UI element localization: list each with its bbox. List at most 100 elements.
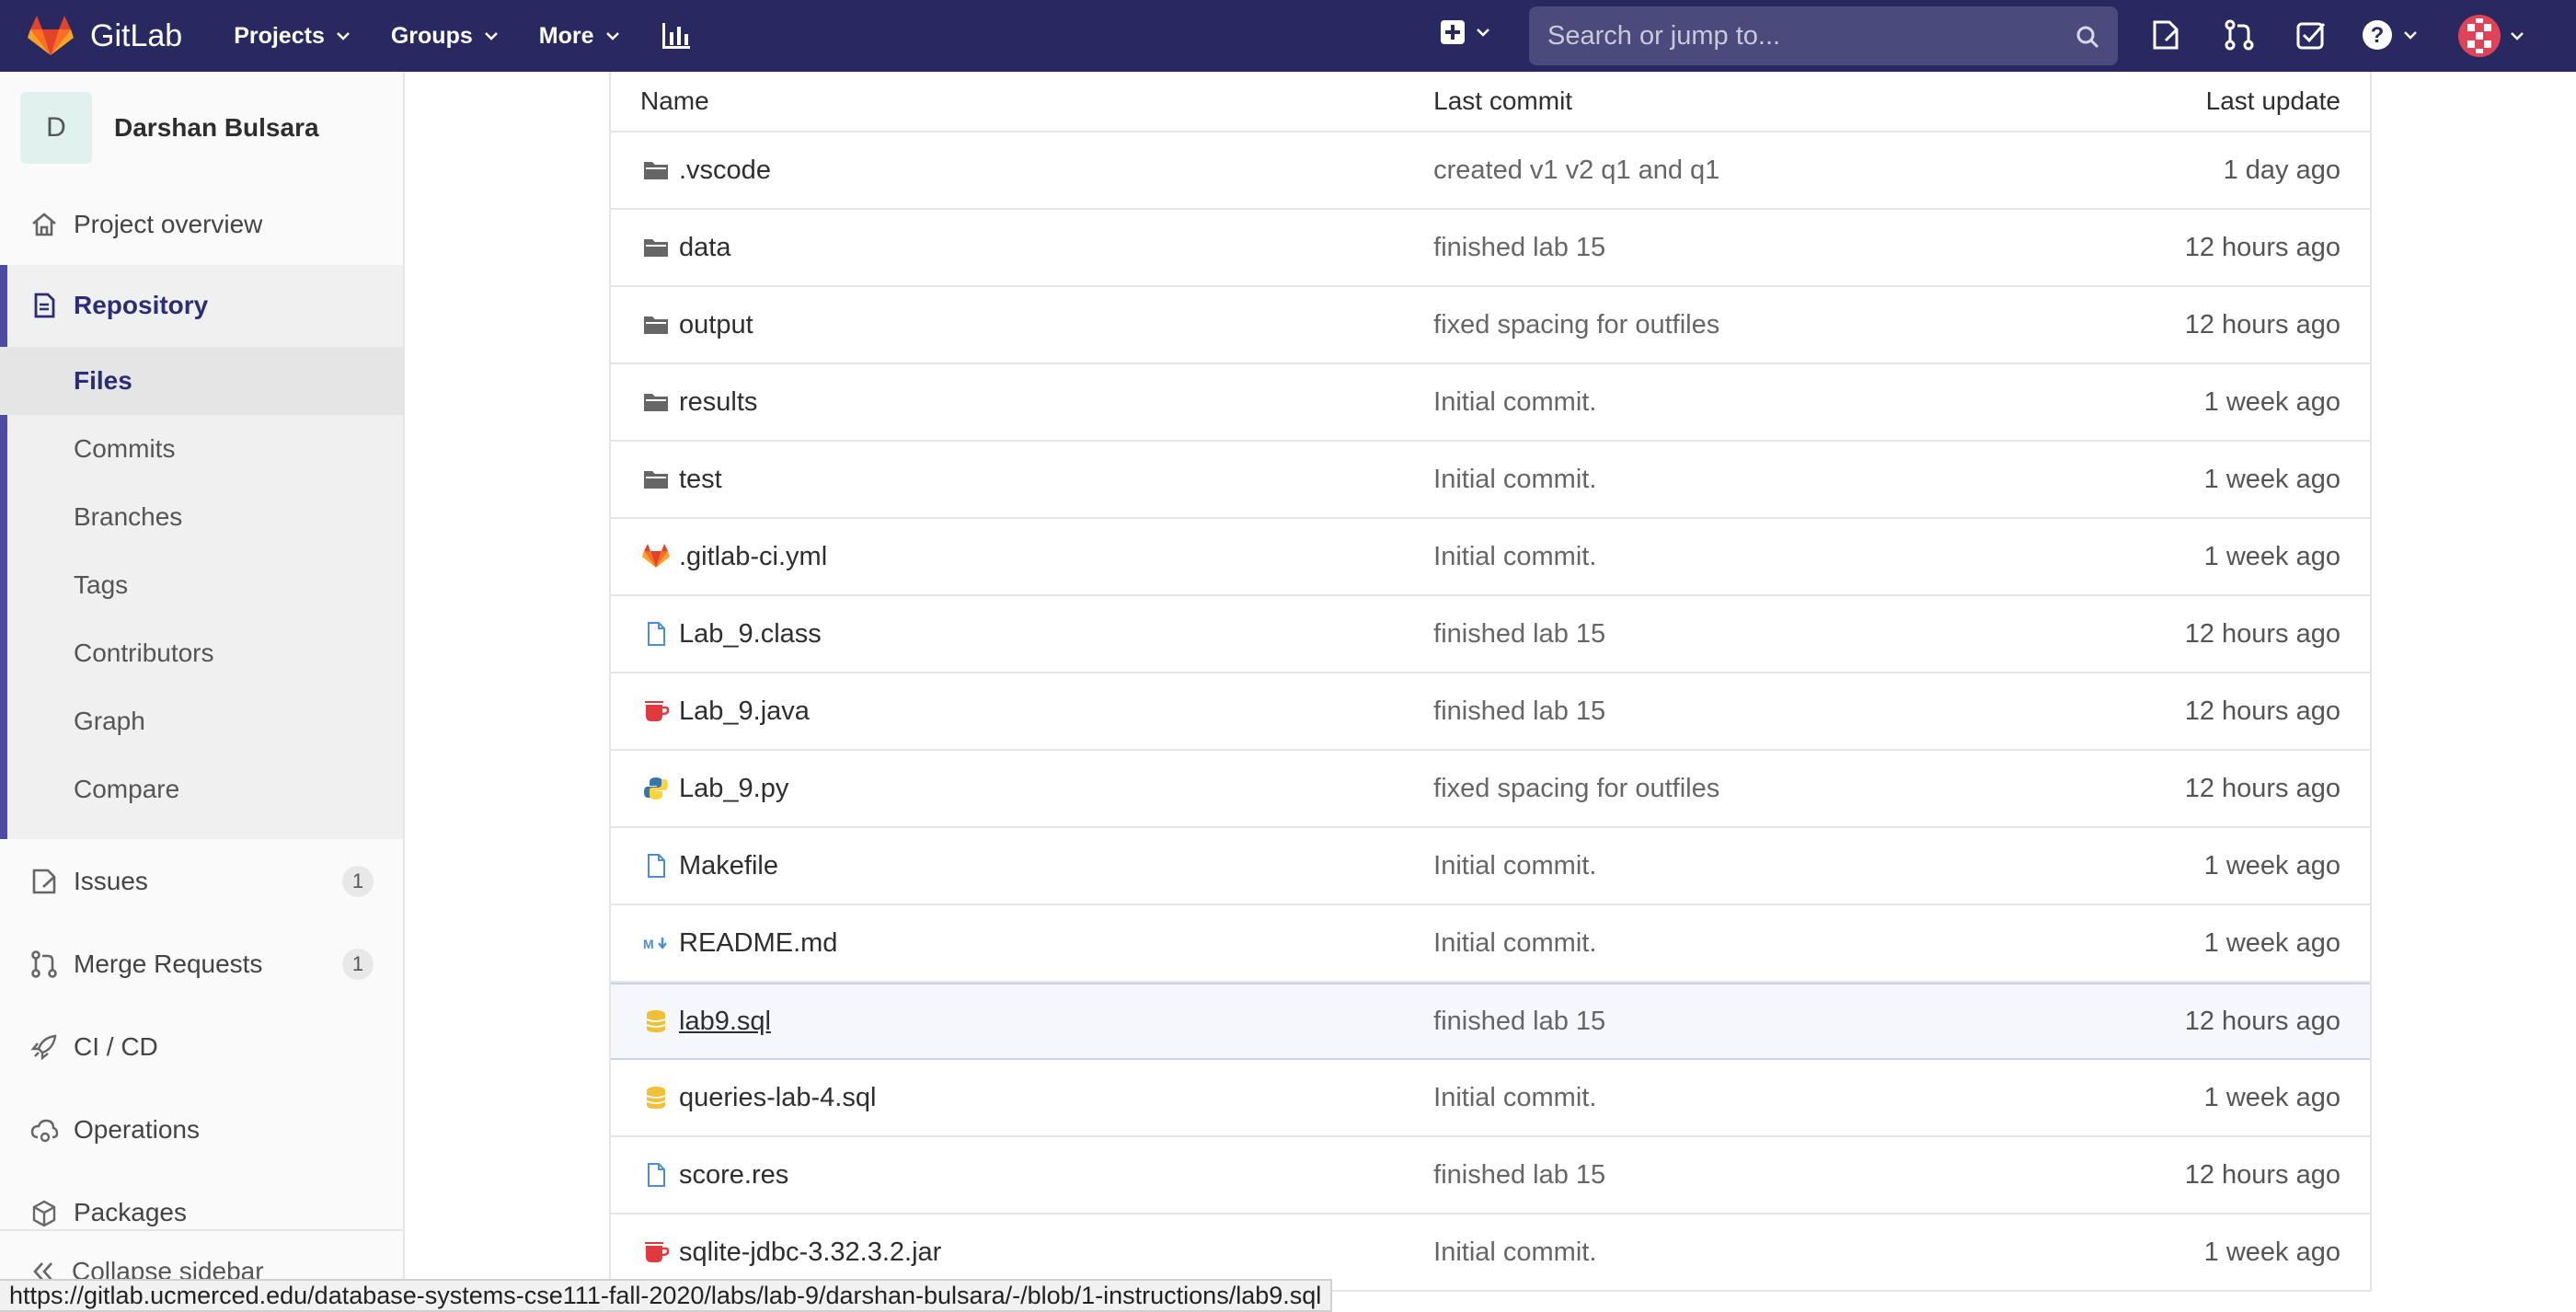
- sidebar-item-operations[interactable]: Operations: [0, 1089, 403, 1170]
- last-commit-link[interactable]: finished lab 15: [1433, 619, 2076, 650]
- home-icon: [32, 213, 56, 236]
- file-name-cell[interactable]: Makefile: [611, 851, 1433, 881]
- search-box[interactable]: [1529, 6, 2118, 65]
- search-input[interactable]: [1547, 20, 2063, 52]
- help-dropdown[interactable]: ?: [2361, 18, 2418, 52]
- last-commit-link[interactable]: finished lab 15: [1433, 1160, 2076, 1191]
- table-row[interactable]: Makefile Initial commit. 1 week ago: [611, 828, 2370, 905]
- sidebar-sub-compare[interactable]: Compare: [0, 755, 403, 823]
- sidebar-item-project-overview[interactable]: Project overview: [0, 184, 403, 265]
- folder-icon: [644, 162, 668, 179]
- nav-groups[interactable]: Groups: [391, 23, 499, 50]
- last-commit-link[interactable]: Initial commit.: [1433, 387, 2076, 418]
- activity-chart-icon[interactable]: [661, 21, 692, 51]
- last-commit-link[interactable]: Initial commit.: [1433, 928, 2076, 959]
- sidebar-item-repository[interactable]: Repository: [0, 265, 403, 346]
- table-row[interactable]: Lab_9.class finished lab 15 12 hours ago: [611, 596, 2370, 673]
- file-name-cell[interactable]: score.res: [611, 1160, 1433, 1191]
- file-name-link[interactable]: results: [679, 387, 757, 418]
- table-row[interactable]: test Initial commit. 1 week ago: [611, 442, 2370, 519]
- table-row[interactable]: .gitlab-ci.yml Initial commit. 1 week ago: [611, 519, 2370, 596]
- project-header[interactable]: D Darshan Bulsara: [0, 72, 403, 184]
- file-name-link[interactable]: README.md: [679, 928, 837, 959]
- nav-more[interactable]: More: [539, 23, 620, 50]
- table-row[interactable]: Lab_9.java finished lab 15 12 hours ago: [611, 673, 2370, 751]
- file-name-cell[interactable]: Lab_9.java: [611, 696, 1433, 727]
- table-row[interactable]: lab9.sql finished lab 15 12 hours ago: [611, 983, 2370, 1060]
- file-name-cell[interactable]: lab9.sql: [611, 1007, 1433, 1037]
- gitlab-logo-icon: [28, 16, 74, 55]
- nav-projects[interactable]: Projects: [234, 23, 351, 50]
- last-update-time: 12 hours ago: [2184, 618, 2340, 649]
- project-name: Darshan Bulsara: [114, 113, 319, 142]
- last-commit-link[interactable]: Initial commit.: [1433, 542, 2076, 572]
- last-commit-link[interactable]: finished lab 15: [1433, 233, 2076, 263]
- last-commit-link[interactable]: fixed spacing for outfiles: [1433, 310, 2076, 340]
- file-name-cell[interactable]: output: [611, 310, 1433, 340]
- file-name-link[interactable]: test: [679, 465, 722, 495]
- table-row[interactable]: score.res finished lab 15 12 hours ago: [611, 1137, 2370, 1214]
- last-commit-link[interactable]: created v1 v2 q1 and q1: [1433, 155, 2076, 186]
- user-avatar[interactable]: [2458, 15, 2501, 57]
- sidebar-sub-files[interactable]: Files: [0, 347, 403, 415]
- file-name-link[interactable]: .gitlab-ci.yml: [679, 542, 827, 572]
- issues-icon[interactable]: [2149, 18, 2182, 52]
- file-name-link[interactable]: score.res: [679, 1160, 788, 1191]
- last-commit-link[interactable]: Initial commit.: [1433, 1237, 2076, 1268]
- file-tree-table: Name Last commit Last update .vscode crea…: [609, 72, 2372, 1292]
- table-row[interactable]: data finished lab 15 12 hours ago: [611, 210, 2370, 287]
- file-name-link[interactable]: lab9.sql: [679, 1007, 771, 1037]
- table-row[interactable]: queries-lab-4.sql Initial commit. 1 week a…: [611, 1060, 2370, 1137]
- file-name-cell[interactable]: queries-lab-4.sql: [611, 1083, 1433, 1113]
- file-name-link[interactable]: sqlite-jdbc-3.32.3.2.jar: [679, 1237, 941, 1268]
- sidebar-item-ci-cd[interactable]: CI / CD: [0, 1007, 403, 1088]
- file-name-link[interactable]: Lab_9.java: [679, 696, 810, 727]
- file-name-cell[interactable]: sqlite-jdbc-3.32.3.2.jar: [611, 1237, 1433, 1268]
- file-name-cell[interactable]: .gitlab-ci.yml: [611, 542, 1433, 572]
- gitlab-home-link[interactable]: GitLab: [28, 0, 182, 72]
- file-name-link[interactable]: Lab_9.class: [679, 619, 822, 650]
- last-commit-link[interactable]: finished lab 15: [1433, 696, 2076, 727]
- last-commit-link[interactable]: Initial commit.: [1433, 851, 2076, 881]
- sidebar-item-merge-requests[interactable]: Merge Requests 1: [0, 924, 403, 1005]
- todo-checkbox-icon[interactable]: [2294, 18, 2328, 52]
- last-commit-link[interactable]: finished lab 15: [1433, 1007, 2076, 1037]
- file-name-link[interactable]: .vscode: [679, 155, 771, 186]
- file-name-cell[interactable]: test: [611, 465, 1433, 495]
- file-name-cell[interactable]: Lab_9.class: [611, 619, 1433, 650]
- chevron-down-icon[interactable]: [2510, 29, 2524, 43]
- table-row[interactable]: results Initial commit. 1 week ago: [611, 364, 2370, 442]
- file-name-cell[interactable]: M README.md: [611, 928, 1433, 959]
- file-name-link[interactable]: Lab_9.py: [679, 774, 788, 804]
- database-file-icon: [646, 1010, 666, 1032]
- last-commit-link[interactable]: fixed spacing for outfiles: [1433, 774, 2076, 804]
- last-commit-link[interactable]: Initial commit.: [1433, 465, 2076, 495]
- table-row[interactable]: M README.md Initial commit. 1 week ago: [611, 905, 2370, 983]
- new-item-dropdown[interactable]: [1441, 20, 1490, 44]
- header-last-update: Last update: [2205, 86, 2340, 115]
- file-name-link[interactable]: output: [679, 310, 753, 340]
- identicon-icon: [2467, 18, 2491, 53]
- merge-request-icon[interactable]: [2223, 18, 2256, 52]
- file-name-cell[interactable]: results: [611, 387, 1433, 418]
- sidebar-item-issues[interactable]: Issues 1: [0, 841, 403, 922]
- file-name-link[interactable]: queries-lab-4.sql: [679, 1083, 876, 1113]
- file-name-cell[interactable]: .vscode: [611, 155, 1433, 186]
- table-row[interactable]: .vscode created v1 v2 q1 and q1 1 day ago: [611, 132, 2370, 210]
- table-row[interactable]: output fixed spacing for outfiles 12 hours…: [611, 287, 2370, 364]
- sidebar-sub-tags[interactable]: Tags: [0, 551, 403, 619]
- last-commit-link[interactable]: Initial commit.: [1433, 1083, 2076, 1113]
- file-name-link[interactable]: data: [679, 233, 730, 263]
- svg-text:?: ?: [2371, 23, 2385, 48]
- last-update-time: 12 hours ago: [2184, 1159, 2340, 1190]
- sidebar-sub-graph[interactable]: Graph: [0, 687, 403, 755]
- file-name-link[interactable]: Makefile: [679, 851, 778, 881]
- sidebar-sub-commits[interactable]: Commits: [0, 415, 403, 483]
- sidebar-sub-branches[interactable]: Branches: [0, 483, 403, 551]
- table-row[interactable]: Lab_9.py fixed spacing for outfiles 12 hou…: [611, 751, 2370, 828]
- sidebar-sub-contributors[interactable]: Contributors: [0, 619, 403, 687]
- last-update-time: 1 week ago: [2203, 1082, 2340, 1112]
- last-update-time: 12 hours ago: [2184, 309, 2340, 340]
- file-name-cell[interactable]: Lab_9.py: [611, 774, 1433, 804]
- file-name-cell[interactable]: data: [611, 233, 1433, 263]
